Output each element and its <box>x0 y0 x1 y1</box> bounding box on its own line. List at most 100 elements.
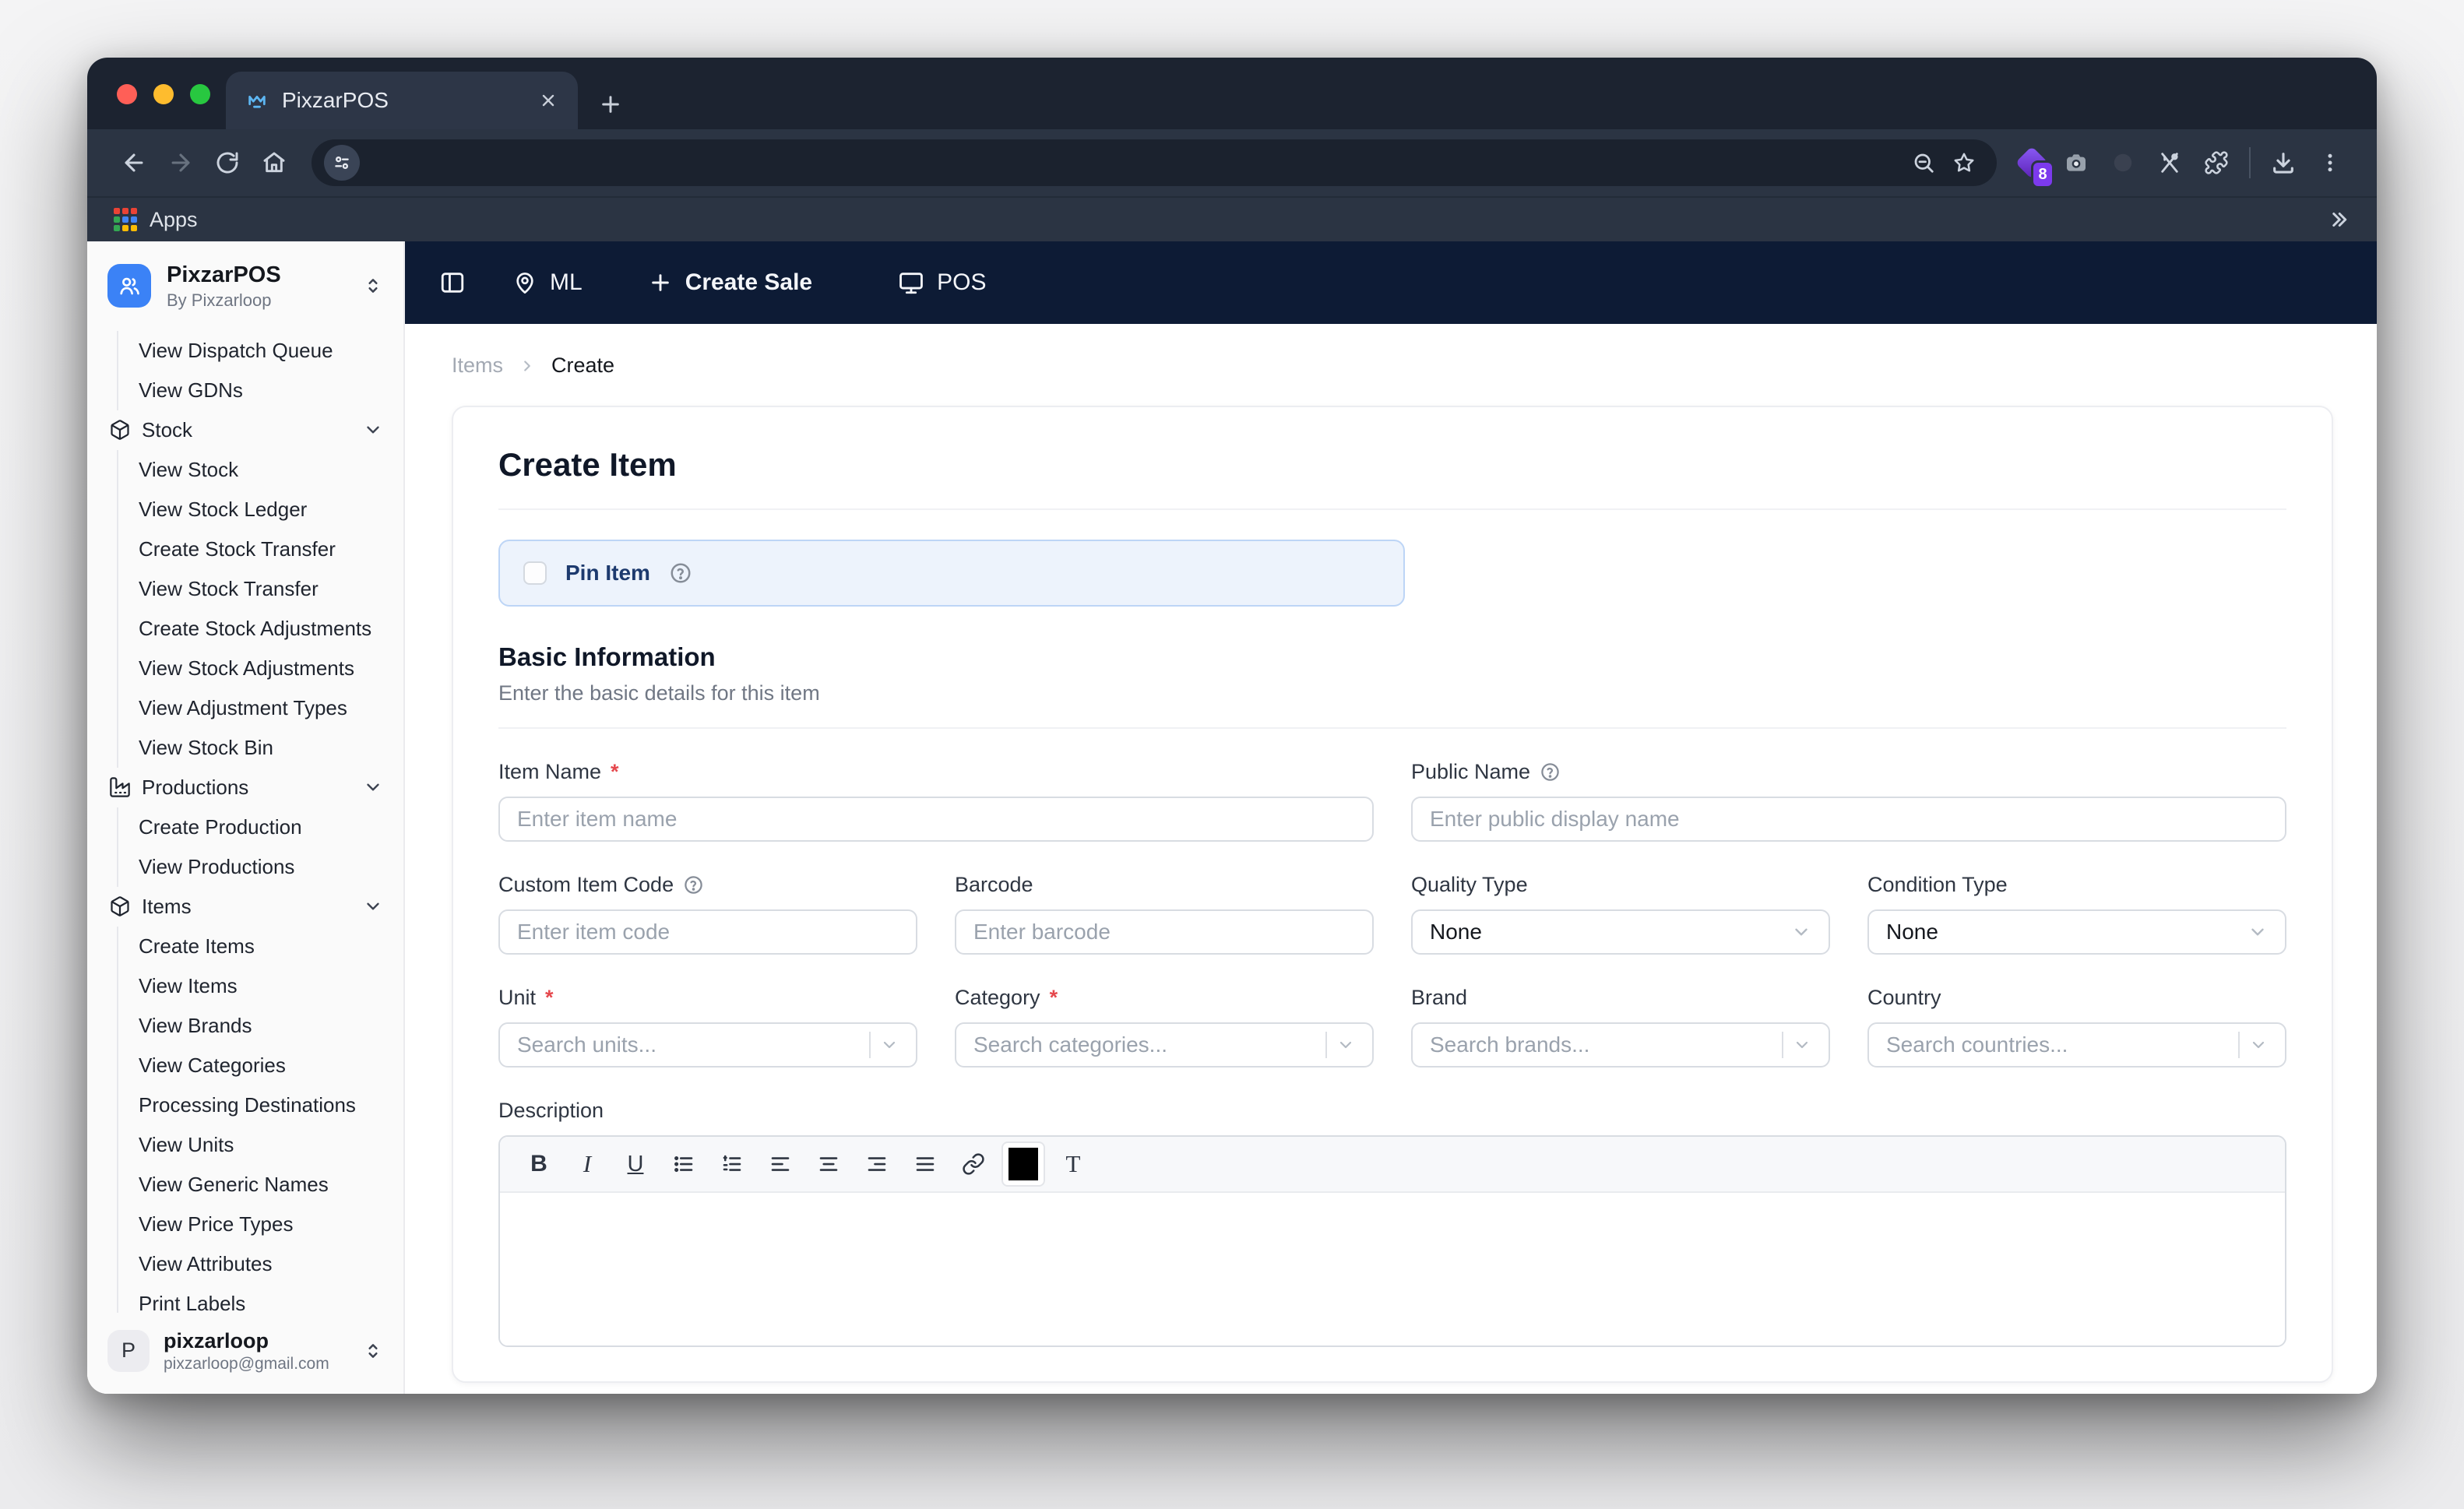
sidebar-item-view-adjustment-types[interactable]: View Adjustment Types <box>117 688 403 728</box>
sidebar-item-view-stock[interactable]: View Stock <box>117 449 403 490</box>
wallet-extension-icon[interactable]: 8 <box>2011 140 2054 188</box>
reload-icon[interactable] <box>204 139 251 186</box>
unit-combobox[interactable] <box>498 1022 917 1068</box>
sidebar-item-label: Print Labels <box>139 1291 246 1313</box>
sidebar-item-view-items[interactable]: View Items <box>117 966 403 1006</box>
sidebar-item-view-categories[interactable]: View Categories <box>117 1045 403 1085</box>
minimize-window-button[interactable] <box>153 84 174 104</box>
sidebar-item-processing-destinations[interactable]: Processing Destinations <box>117 1085 403 1125</box>
barcode-input[interactable] <box>973 920 1355 944</box>
breadcrumb-items[interactable]: Items <box>452 354 503 378</box>
zoom-out-icon[interactable] <box>1903 142 1944 183</box>
sidebar-item-label: View Generic Names <box>139 1172 329 1196</box>
sidebar-item-productions[interactable]: Productions <box>87 768 403 807</box>
browser-tab[interactable]: PixzarPOS <box>226 72 578 129</box>
pin-item-box[interactable]: Pin Item <box>498 540 1405 607</box>
align-right-icon[interactable] <box>857 1144 897 1184</box>
condition-type-select[interactable]: None <box>1867 909 2286 955</box>
sidebar-item-view-stock-transfer[interactable]: View Stock Transfer <box>117 568 403 609</box>
fullscreen-window-button[interactable] <box>190 84 210 104</box>
required-asterisk: * <box>545 986 554 1009</box>
align-justify-icon[interactable] <box>905 1144 945 1184</box>
chevron-up-down-icon <box>363 276 383 296</box>
category-combobox[interactable] <box>955 1022 1374 1068</box>
bullet-list-icon[interactable] <box>664 1144 704 1184</box>
pos-button[interactable]: POS <box>898 269 986 296</box>
category-search-input[interactable] <box>973 1032 1315 1057</box>
camera-extension-icon[interactable] <box>2053 139 2100 186</box>
brand-combobox[interactable] <box>1411 1022 1830 1068</box>
sidebar-item-create-stock-transfer[interactable]: Create Stock Transfer <box>117 529 403 569</box>
sidebar-item-view-productions[interactable]: View Productions <box>117 846 403 887</box>
tab-close-icon[interactable] <box>539 91 558 110</box>
disabled-extension-icon[interactable] <box>2100 139 2146 186</box>
downloads-icon[interactable] <box>2260 139 2307 186</box>
app-byline: By Pixzarloop <box>167 290 272 310</box>
bookmarks-overflow-icon[interactable] <box>2327 208 2350 231</box>
sidebar-item-label: View Brands <box>139 1013 252 1037</box>
toolbar-separator <box>2249 147 2251 178</box>
sidebar-item-view-attributes[interactable]: View Attributes <box>117 1243 403 1284</box>
sidebar-item-view-stock-ledger[interactable]: View Stock Ledger <box>117 489 403 529</box>
sidebar-item-print-labels[interactable]: Print Labels <box>117 1283 403 1313</box>
sidebar-item-label: View Stock Bin <box>139 735 273 759</box>
country-combobox[interactable] <box>1867 1022 2286 1068</box>
bold-icon[interactable]: B <box>519 1144 559 1184</box>
home-icon[interactable] <box>251 139 297 186</box>
item-name-input[interactable] <box>517 807 1355 832</box>
create-sale-button[interactable]: Create Sale <box>648 269 812 296</box>
sidebar-item-create-stock-adjustments[interactable]: Create Stock Adjustments <box>117 608 403 649</box>
sidebar-item-view-generic-names[interactable]: View Generic Names <box>117 1164 403 1205</box>
forward-icon[interactable] <box>157 139 204 186</box>
sidebar-item-view-brands[interactable]: View Brands <box>117 1005 403 1046</box>
help-icon <box>1540 762 1561 783</box>
sidebar-item-view-gdns[interactable]: View GDNs <box>117 370 403 410</box>
sidebar-toggle-icon[interactable] <box>439 269 466 296</box>
browser-menu-icon[interactable] <box>2307 139 2353 186</box>
public-name-input[interactable] <box>1430 807 2268 832</box>
custom-item-code-input[interactable] <box>517 920 899 944</box>
country-search-input[interactable] <box>1886 1032 2227 1057</box>
unit-search-input[interactable] <box>517 1032 858 1057</box>
link-icon[interactable] <box>953 1144 994 1184</box>
sidebar-item-view-units[interactable]: View Units <box>117 1124 403 1165</box>
chevron-right-icon <box>519 357 536 375</box>
description-editor-body[interactable] <box>500 1193 2285 1345</box>
pin-item-label: Pin Item <box>565 561 650 585</box>
condition-type-label: Condition Type <box>1867 873 2008 896</box>
ordered-list-icon[interactable] <box>712 1144 752 1184</box>
bookmark-star-icon[interactable] <box>1944 142 1984 183</box>
sidebar-item-stock[interactable]: Stock <box>87 410 403 450</box>
sidebar-item-create-production[interactable]: Create Production <box>117 807 403 847</box>
sidebar-item-view-dispatch-queue[interactable]: View Dispatch Queue <box>117 330 403 371</box>
sidebar-item-view-price-types[interactable]: View Price Types <box>117 1204 403 1244</box>
site-settings-icon[interactable] <box>324 145 360 181</box>
align-center-icon[interactable] <box>808 1144 849 1184</box>
field-item-name: Item Name * <box>498 760 1374 842</box>
color-swatch-icon[interactable] <box>1001 1141 1045 1187</box>
align-left-icon[interactable] <box>760 1144 801 1184</box>
italic-icon[interactable]: I <box>567 1144 607 1184</box>
pin-item-checkbox[interactable] <box>523 561 547 585</box>
quality-type-select[interactable]: None <box>1411 909 1830 955</box>
location-selector[interactable]: ML <box>512 269 583 296</box>
crossed-utensils-extension-icon[interactable] <box>2146 139 2193 186</box>
sidebar-item-label: Create Items <box>139 934 255 958</box>
main-content: ML Create Sale POS Items Create Create I… <box>405 241 2377 1394</box>
bookmarks-bar: Apps <box>87 196 2377 241</box>
bookmark-apps[interactable]: Apps <box>150 208 198 232</box>
sidebar-item-create-items[interactable]: Create Items <box>117 926 403 966</box>
sidebar-item-view-stock-bin[interactable]: View Stock Bin <box>117 727 403 768</box>
close-window-button[interactable] <box>117 84 137 104</box>
text-style-icon[interactable]: T <box>1053 1144 1093 1184</box>
address-bar[interactable] <box>312 139 1997 186</box>
underline-icon[interactable]: U <box>615 1144 656 1184</box>
back-icon[interactable] <box>111 139 157 186</box>
workspace-switcher[interactable]: PixzarPOS By Pixzarloop <box>87 241 403 326</box>
extensions-puzzle-icon[interactable] <box>2193 139 2240 186</box>
sidebar-item-items[interactable]: Items <box>87 887 403 927</box>
sidebar-item-view-stock-adjustments[interactable]: View Stock Adjustments <box>117 648 403 688</box>
user-menu[interactable]: P pixzarloop pixzarloop@gmail.com <box>87 1313 403 1394</box>
brand-search-input[interactable] <box>1430 1032 1771 1057</box>
new-tab-button[interactable] <box>598 92 623 117</box>
